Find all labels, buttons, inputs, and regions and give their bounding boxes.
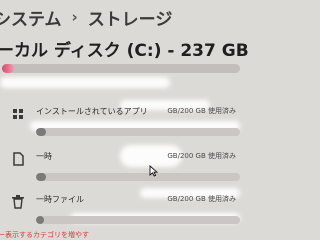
breadcrumb: システム › ストレージ [0,2,240,32]
redaction-mark [0,77,170,88]
trash-icon [11,194,25,210]
category-bar [36,128,240,136]
category-bar [36,216,240,224]
document-icon [11,151,25,167]
category-label: インストールされているアプリ [36,107,148,116]
category-bar-fill [36,173,47,181]
category-label: 一時 [36,152,52,161]
breadcrumb-system[interactable]: システム [0,5,62,30]
breadcrumb-storage: ストレージ [87,9,173,30]
drive-title: ーカル ディスク (C:) - 237 GB [0,41,249,61]
drive-usage-bar [2,64,240,73]
category-label: 一時ファイル [36,195,84,204]
mouse-cursor-icon [149,162,159,181]
category-usage: GB/200 GB 使用済み [167,107,236,115]
category-bar [36,173,240,181]
category-usage: GB/200 GB 使用済み [167,195,236,203]
category-row-documents[interactable]: 一時 GB/200 GB 使用済み [0,151,240,197]
breadcrumb-chevron-icon: › [71,8,78,26]
category-bar-fill [36,128,47,136]
category-row-apps[interactable]: インストールされているアプリ GB/200 GB 使用済み [0,106,240,152]
show-more-categories-link[interactable]: ー表示するカテゴリを増やす [0,230,89,240]
drive-usage-fill [2,64,14,73]
category-usage: GB/200 GB 使用済み [167,152,236,160]
apps-icon [11,106,25,122]
category-bar-fill [36,216,45,224]
